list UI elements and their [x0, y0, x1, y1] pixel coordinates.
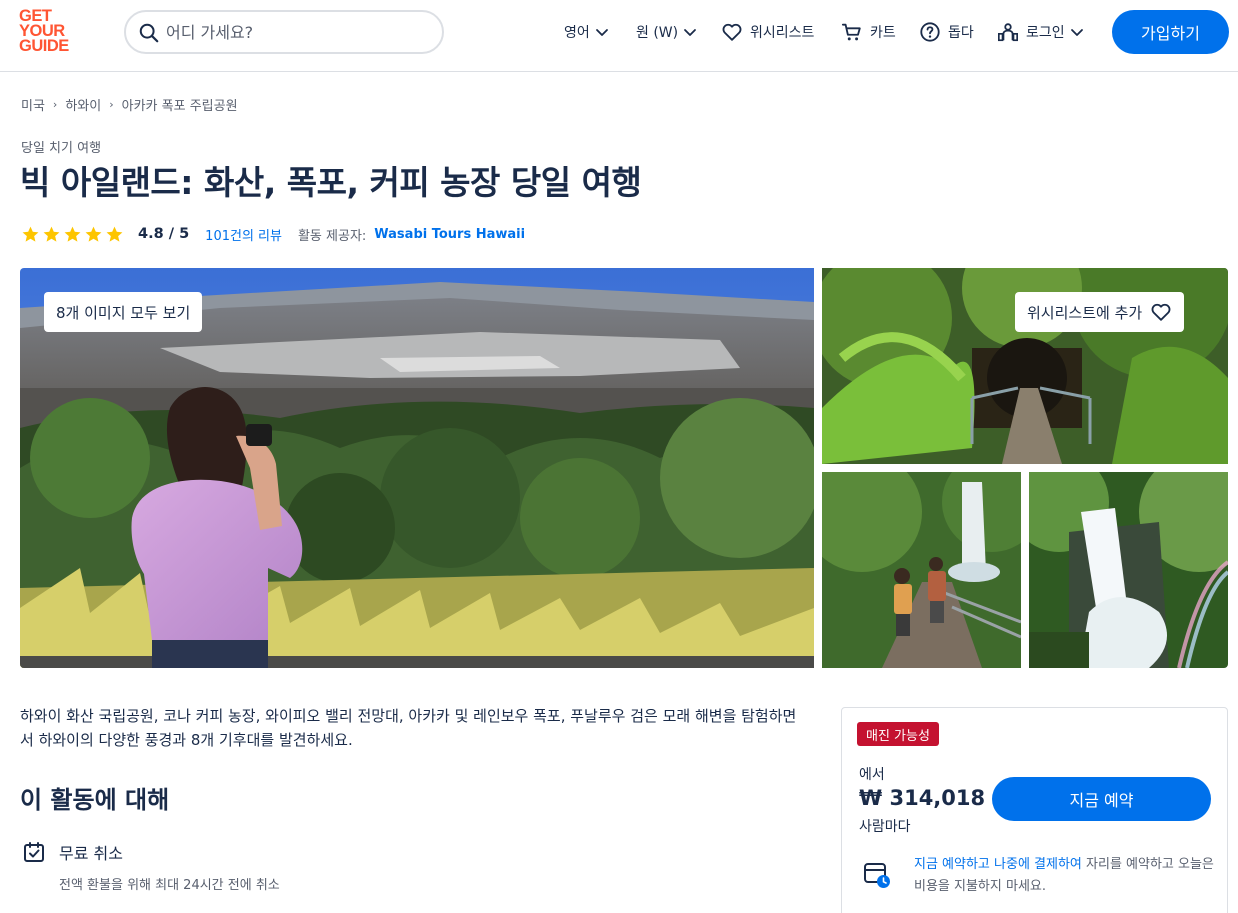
- add-to-wishlist-label: 위시리스트에 추가: [1027, 303, 1143, 322]
- cart-link[interactable]: 카트: [841, 20, 896, 44]
- star-icon: [43, 226, 60, 242]
- photo-akaka-falls-trail[interactable]: [822, 472, 1021, 668]
- chevron-down-icon: [1070, 29, 1083, 36]
- reserve-now-pay-later-text: 지금 예약하고 나중에 결제하여 자리를 예약하고 오늘은 비용을 지불하지 마…: [914, 854, 1214, 898]
- logo-line-3: GUIDE: [19, 37, 69, 55]
- login-label: 로그인: [1026, 25, 1065, 41]
- page-title: 빅 아일랜드: 화산, 폭포, 커피 농장 당일 여행: [20, 163, 642, 202]
- reserve-now-pay-later-link[interactable]: 지금 예약하고 나중에 결제하여: [914, 857, 1082, 872]
- question-circle-icon: [920, 22, 940, 42]
- login-menu[interactable]: 로그인: [997, 20, 1085, 44]
- heart-icon: [722, 23, 742, 41]
- signup-button[interactable]: 가입하기: [1112, 10, 1229, 54]
- price-from-label: 에서: [859, 767, 885, 783]
- breadcrumb-item-akaka-falls[interactable]: 아카카 폭포 주립공원: [122, 95, 238, 114]
- see-all-images-button[interactable]: 8개 이미지 모두 보기: [44, 292, 203, 332]
- cart-icon: [841, 23, 861, 41]
- search-bar[interactable]: [124, 10, 444, 54]
- add-to-wishlist-button[interactable]: 위시리스트에 추가: [1015, 292, 1185, 332]
- photo-rainforest-trail[interactable]: 위시리스트에 추가: [822, 268, 1228, 464]
- likely-to-sell-out-badge: 매진 가능성: [857, 722, 939, 746]
- star-rating: [21, 225, 124, 244]
- star-icon: [85, 226, 102, 242]
- activity-summary: 하와이 화산 국립공원, 코나 커피 농장, 와이피오 밸리 전망대, 아카카 …: [20, 707, 797, 749]
- search-icon: [139, 23, 159, 43]
- search-input[interactable]: [166, 18, 426, 46]
- heart-icon: [1151, 303, 1171, 321]
- wishlist-link[interactable]: 위시리스트: [721, 20, 814, 44]
- language-selector[interactable]: 영어: [564, 20, 610, 44]
- provider-label: 활동 제공자:: [297, 228, 367, 244]
- chevron-right-icon: ›: [52, 98, 58, 111]
- booking-card: 매진 가능성 에서 ₩ 314,018 사람마다 지금 예약 지금 예약하고 나…: [841, 707, 1228, 913]
- about-heading: 이 활동에 대해: [20, 786, 170, 814]
- chevron-right-icon: ›: [109, 98, 114, 111]
- feature-subtitle: 전액 환불을 위해 최대 24시간 전에 취소: [59, 878, 280, 893]
- calendar-check-icon: [24, 842, 44, 862]
- user-group-icon: [998, 23, 1018, 42]
- calendar-clock-icon: [864, 863, 890, 888]
- activity-category: 당일 치기 여행: [21, 141, 102, 156]
- price-value: ₩ 314,018: [859, 786, 986, 810]
- breadcrumb-item-usa[interactable]: 미국: [21, 95, 45, 114]
- rating-value: 4.8 / 5: [138, 226, 190, 242]
- book-now-button[interactable]: 지금 예약: [992, 777, 1211, 821]
- wishlist-label: 위시리스트: [750, 25, 815, 41]
- language-label: 영어: [564, 25, 590, 41]
- main-photo-volcano[interactable]: 8개 이미지 모두 보기: [20, 268, 814, 668]
- star-icon: [22, 226, 39, 242]
- rating-row: 4.8 / 5 101건의 리뷰 활동 제공자: Wasabi Tours Ha…: [21, 223, 525, 245]
- price-per-person-label: 사람마다: [859, 819, 911, 835]
- waterfall-trail-image: [822, 472, 1021, 668]
- cart-label: 카트: [870, 25, 896, 41]
- currency-label: 원 (W): [636, 25, 679, 41]
- currency-selector[interactable]: 원 (W): [636, 20, 698, 44]
- star-icon: [64, 226, 81, 242]
- provider-link[interactable]: Wasabi Tours Hawaii: [374, 227, 525, 242]
- feature-title: 무료 취소: [59, 844, 123, 863]
- photo-rainbow-falls[interactable]: [1029, 472, 1228, 668]
- site-header: GET YOUR GUIDE 영어 원 (W) 위시리스트 카트 돕다 로그인 …: [0, 0, 1238, 72]
- chevron-down-icon: [684, 29, 697, 36]
- breadcrumb: 미국 › 하와이 › 아카카 폭포 주립공원: [21, 95, 238, 114]
- reviews-link[interactable]: 101건의 리뷰: [205, 225, 282, 244]
- star-icon: [106, 226, 123, 242]
- chevron-down-icon: [595, 29, 608, 36]
- rainbow-falls-image: [1029, 472, 1228, 668]
- breadcrumb-item-hawaii[interactable]: 하와이: [65, 95, 101, 114]
- getyourguide-logo[interactable]: GET YOUR GUIDE: [19, 8, 79, 57]
- help-label: 돕다: [948, 25, 974, 41]
- help-link[interactable]: 돕다: [919, 20, 974, 44]
